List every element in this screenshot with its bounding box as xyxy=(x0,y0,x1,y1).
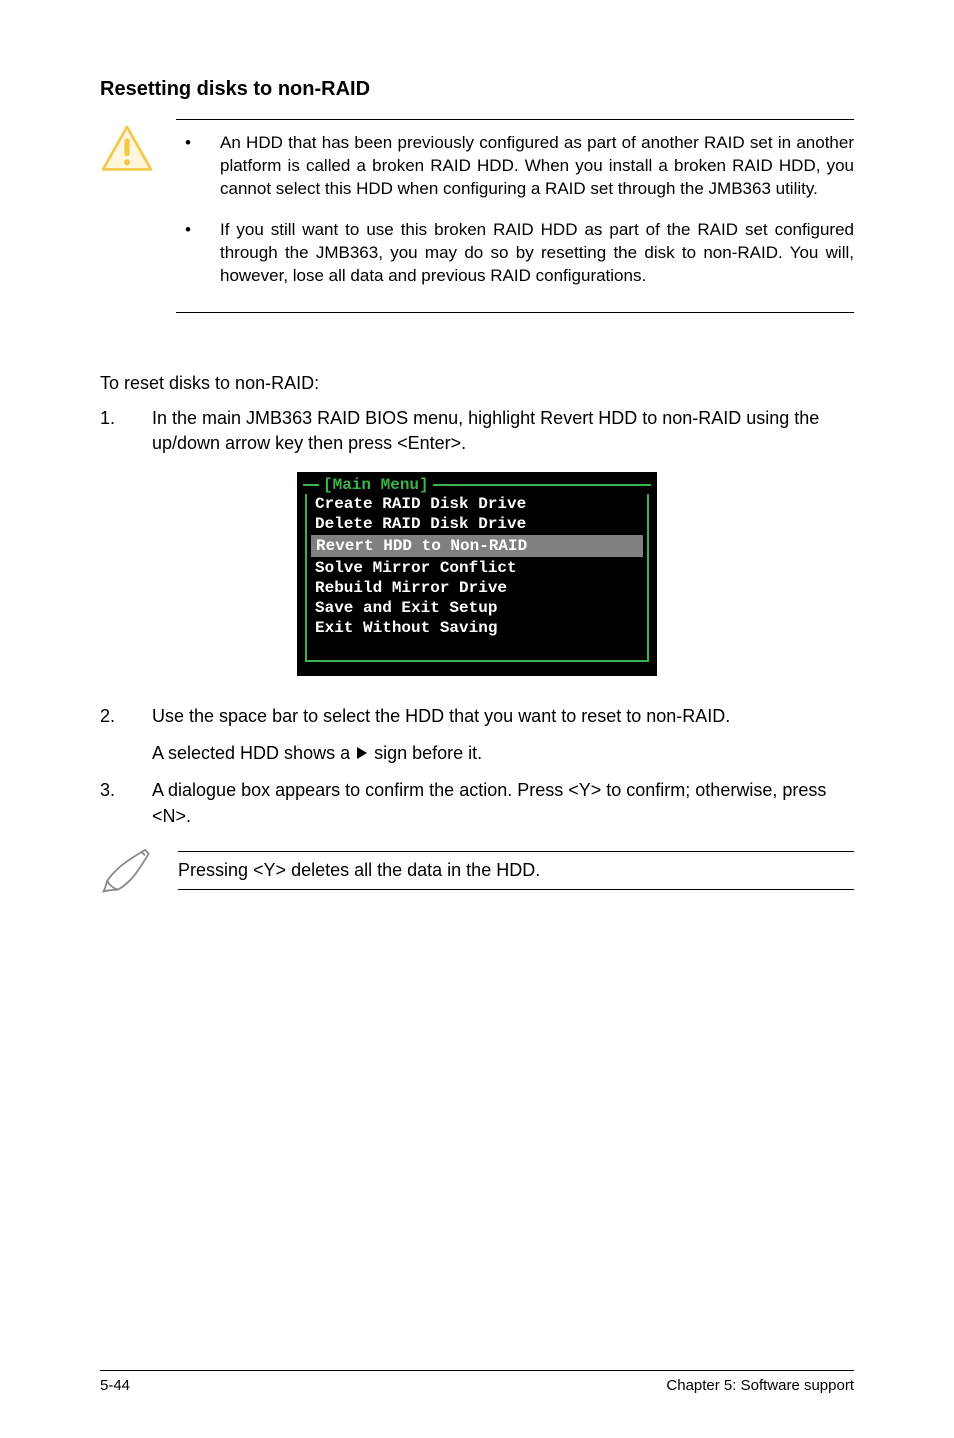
note-body: Pressing <Y> deletes all the data in the… xyxy=(178,851,854,890)
step-2-sub: A selected HDD shows a sign before it. xyxy=(152,741,854,766)
step-2: 2. Use the space bar to select the HDD t… xyxy=(100,704,854,729)
bios-menu-item: Exit Without Saving xyxy=(307,618,647,638)
bios-title: [Main Menu] xyxy=(323,476,429,494)
step-3: 3. A dialogue box appears to confirm the… xyxy=(100,778,854,828)
note-callout: Pressing <Y> deletes all the data in the… xyxy=(100,841,854,900)
bios-title-row: [Main Menu] xyxy=(303,476,651,494)
bios-menu-item: Delete RAID Disk Drive xyxy=(307,514,647,534)
bios-window: [Main Menu] Create RAID Disk Drive Delet… xyxy=(297,472,657,676)
bios-screenshot: [Main Menu] Create RAID Disk Drive Delet… xyxy=(100,472,854,676)
bullet-icon: • xyxy=(176,219,200,242)
bios-border-line xyxy=(433,484,651,486)
step-number: 3. xyxy=(100,778,124,803)
bios-menu-item: Save and Exit Setup xyxy=(307,598,647,618)
bios-menu-item: Create RAID Disk Drive xyxy=(307,494,647,514)
pencil-icon xyxy=(100,841,154,900)
step-text: In the main JMB363 RAID BIOS menu, highl… xyxy=(152,406,854,456)
note-text: Pressing <Y> deletes all the data in the… xyxy=(178,860,540,880)
intro-text: To reset disks to non-RAID: xyxy=(100,373,854,394)
step-2-sub-suffix: sign before it. xyxy=(369,743,482,763)
step-2-sub-prefix: A selected HDD shows a xyxy=(152,743,355,763)
step-number: 1. xyxy=(100,406,124,431)
step-number: 2. xyxy=(100,704,124,729)
bios-menu-item: Rebuild Mirror Drive xyxy=(307,578,647,598)
caution-item: • If you still want to use this broken R… xyxy=(176,219,854,288)
bios-menu-item: Solve Mirror Conflict xyxy=(307,558,647,578)
page-number: 5-44 xyxy=(100,1377,130,1394)
chapter-label: Chapter 5: Software support xyxy=(666,1377,854,1394)
bios-menu: Create RAID Disk Drive Delete RAID Disk … xyxy=(305,494,649,662)
bullet-icon: • xyxy=(176,132,200,155)
step-text: Use the space bar to select the HDD that… xyxy=(152,704,854,729)
section-heading: Resetting disks to non-RAID xyxy=(100,78,854,101)
caution-icon xyxy=(100,125,154,178)
caution-list: • An HDD that has been previously config… xyxy=(176,132,854,288)
caution-text: If you still want to use this broken RAI… xyxy=(220,219,854,288)
page: Resetting disks to non-RAID • An HDD tha… xyxy=(0,0,954,1438)
caution-item: • An HDD that has been previously config… xyxy=(176,132,854,201)
step-text: A dialogue box appears to confirm the ac… xyxy=(152,778,854,828)
caution-text: An HDD that has been previously configur… xyxy=(220,132,854,201)
bios-menu-item-selected: Revert HDD to Non-RAID xyxy=(311,535,643,557)
step-1: 1. In the main JMB363 RAID BIOS menu, hi… xyxy=(100,406,854,456)
caution-body: • An HDD that has been previously config… xyxy=(176,119,854,313)
caution-callout: • An HDD that has been previously config… xyxy=(100,119,854,313)
triangle-icon xyxy=(357,747,367,759)
bios-border-line xyxy=(303,484,319,486)
page-footer: 5-44 Chapter 5: Software support xyxy=(100,1370,854,1394)
